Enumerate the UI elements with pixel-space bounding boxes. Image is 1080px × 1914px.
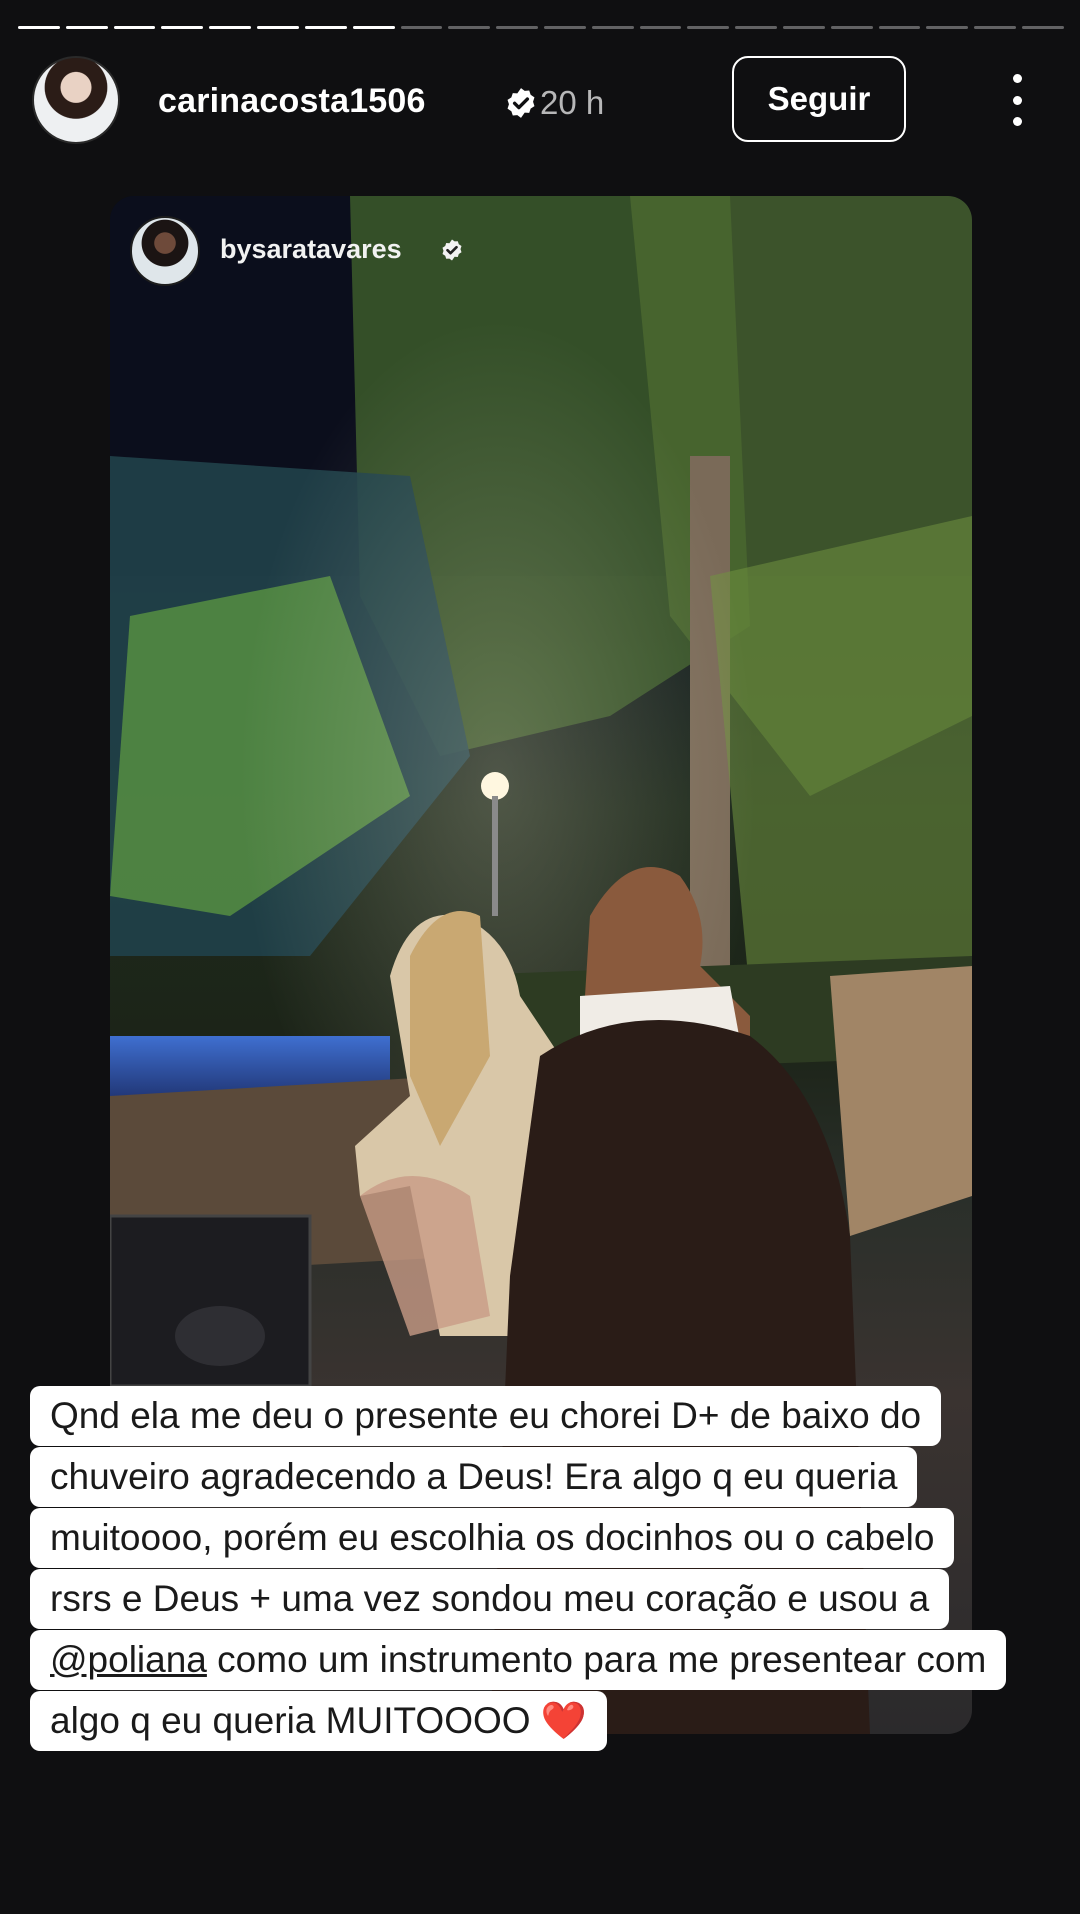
progress-segment [926, 26, 969, 29]
more-options-icon[interactable] [1002, 74, 1032, 126]
shared-post-avatar[interactable] [130, 216, 200, 286]
progress-segment [65, 26, 108, 29]
progress-segment [687, 26, 730, 29]
progress-segment [1022, 26, 1064, 29]
progress-segment [591, 26, 634, 29]
caption-line: Qnd ela me deu o presente eu chorei D+ d… [30, 1386, 942, 1446]
progress-segment [448, 26, 491, 29]
progress-segment [400, 26, 443, 29]
caption-line: chuveiro agradecendo a Deus! Era algo q … [30, 1447, 918, 1507]
verified-badge-icon [442, 239, 462, 261]
caption-line: algo q eu queria MUITOOOO ❤️ [30, 1691, 607, 1751]
heart-emoji: ❤️ [540, 1700, 587, 1741]
verified-badge-icon [507, 88, 535, 118]
story-progress-bar [18, 26, 1064, 30]
progress-segment [161, 26, 204, 29]
progress-segment [113, 26, 156, 29]
progress-segment [304, 26, 347, 29]
profile-avatar[interactable] [32, 56, 120, 144]
caption-text: como um instrumento para me presentear c… [206, 1639, 987, 1680]
progress-segment [18, 26, 60, 29]
caption-line: muitoooo, porém eu escolhia os docinhos … [30, 1508, 955, 1568]
progress-segment [974, 26, 1017, 29]
progress-segment [878, 26, 921, 29]
shared-post-username[interactable]: bysaratavares [220, 234, 402, 265]
progress-segment [496, 26, 538, 29]
mention-link[interactable]: @poliana [50, 1639, 207, 1680]
profile-username[interactable]: carinacosta1506 [158, 82, 426, 121]
caption-line: rsrs e Deus + uma vez sondou meu coração… [30, 1569, 950, 1629]
story-caption: Qnd ela me deu o presente eu chorei D+ d… [30, 1386, 1007, 1752]
progress-segment [783, 26, 825, 29]
progress-segment [352, 26, 395, 29]
progress-segment [209, 26, 252, 29]
progress-segment [257, 26, 299, 29]
progress-segment [830, 26, 873, 29]
caption-line: @poliana como um instrumento para me pre… [30, 1630, 1007, 1690]
caption-text: algo q eu queria MUITOOOO [50, 1700, 541, 1741]
post-time: 20 h [540, 84, 605, 121]
progress-segment [543, 26, 586, 29]
follow-button[interactable]: Seguir [732, 56, 906, 142]
progress-segment [639, 26, 682, 29]
progress-segment [735, 26, 777, 29]
story-header: carinacosta1506 20 h Seguir [32, 56, 1056, 146]
